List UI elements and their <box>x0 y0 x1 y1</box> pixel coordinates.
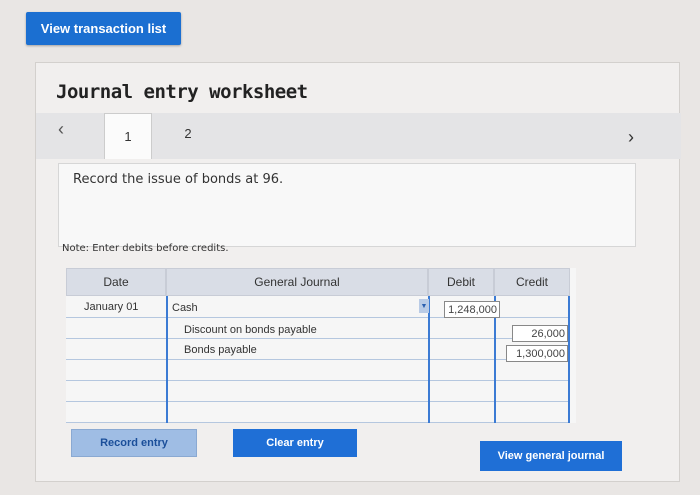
credit-input[interactable]: 1,300,000 <box>506 345 568 362</box>
chevron-down-icon[interactable]: ▼ <box>419 299 429 313</box>
journal-table: Date General Journal Debit Credit Januar… <box>66 268 576 423</box>
tab-label: 2 <box>184 125 192 141</box>
column-header-credit: Credit <box>494 268 570 296</box>
instruction-box: Record the issue of bonds at 96. <box>58 163 636 247</box>
account-cell[interactable]: Cash <box>172 302 198 314</box>
column-header-debit: Debit <box>428 268 494 296</box>
column-header-general-journal: General Journal <box>166 268 428 296</box>
credit-input[interactable]: 26,000 <box>512 325 568 342</box>
chevron-left-icon[interactable]: ‹ <box>58 119 64 140</box>
note-text: Note: Enter debits before credits. <box>62 243 229 254</box>
tab-1[interactable]: 1 <box>104 113 152 159</box>
tab-label: 1 <box>124 129 132 144</box>
record-entry-button[interactable]: Record entry <box>71 429 197 457</box>
debit-input[interactable]: 1,248,000 <box>444 301 500 318</box>
view-transaction-list-button[interactable]: View transaction list <box>26 12 181 45</box>
instruction-text: Record the issue of bonds at 96. <box>73 172 284 187</box>
worksheet-title: Journal entry worksheet <box>56 81 308 103</box>
column-divider <box>428 296 430 423</box>
chevron-right-icon[interactable]: › <box>628 127 634 148</box>
journal-worksheet-panel: Journal entry worksheet ‹ 1 2 › Record t… <box>35 62 681 482</box>
view-general-journal-button[interactable]: View general journal <box>480 441 622 471</box>
column-divider <box>166 296 168 423</box>
tab-2[interactable]: 2 <box>164 113 212 153</box>
account-cell[interactable]: Discount on bonds payable <box>184 324 317 336</box>
column-divider <box>568 296 570 423</box>
date-cell[interactable]: January 01 <box>84 301 138 313</box>
clear-entry-button[interactable]: Clear entry <box>233 429 357 457</box>
account-cell[interactable]: Bonds payable <box>184 344 257 356</box>
column-header-date: Date <box>66 268 166 296</box>
